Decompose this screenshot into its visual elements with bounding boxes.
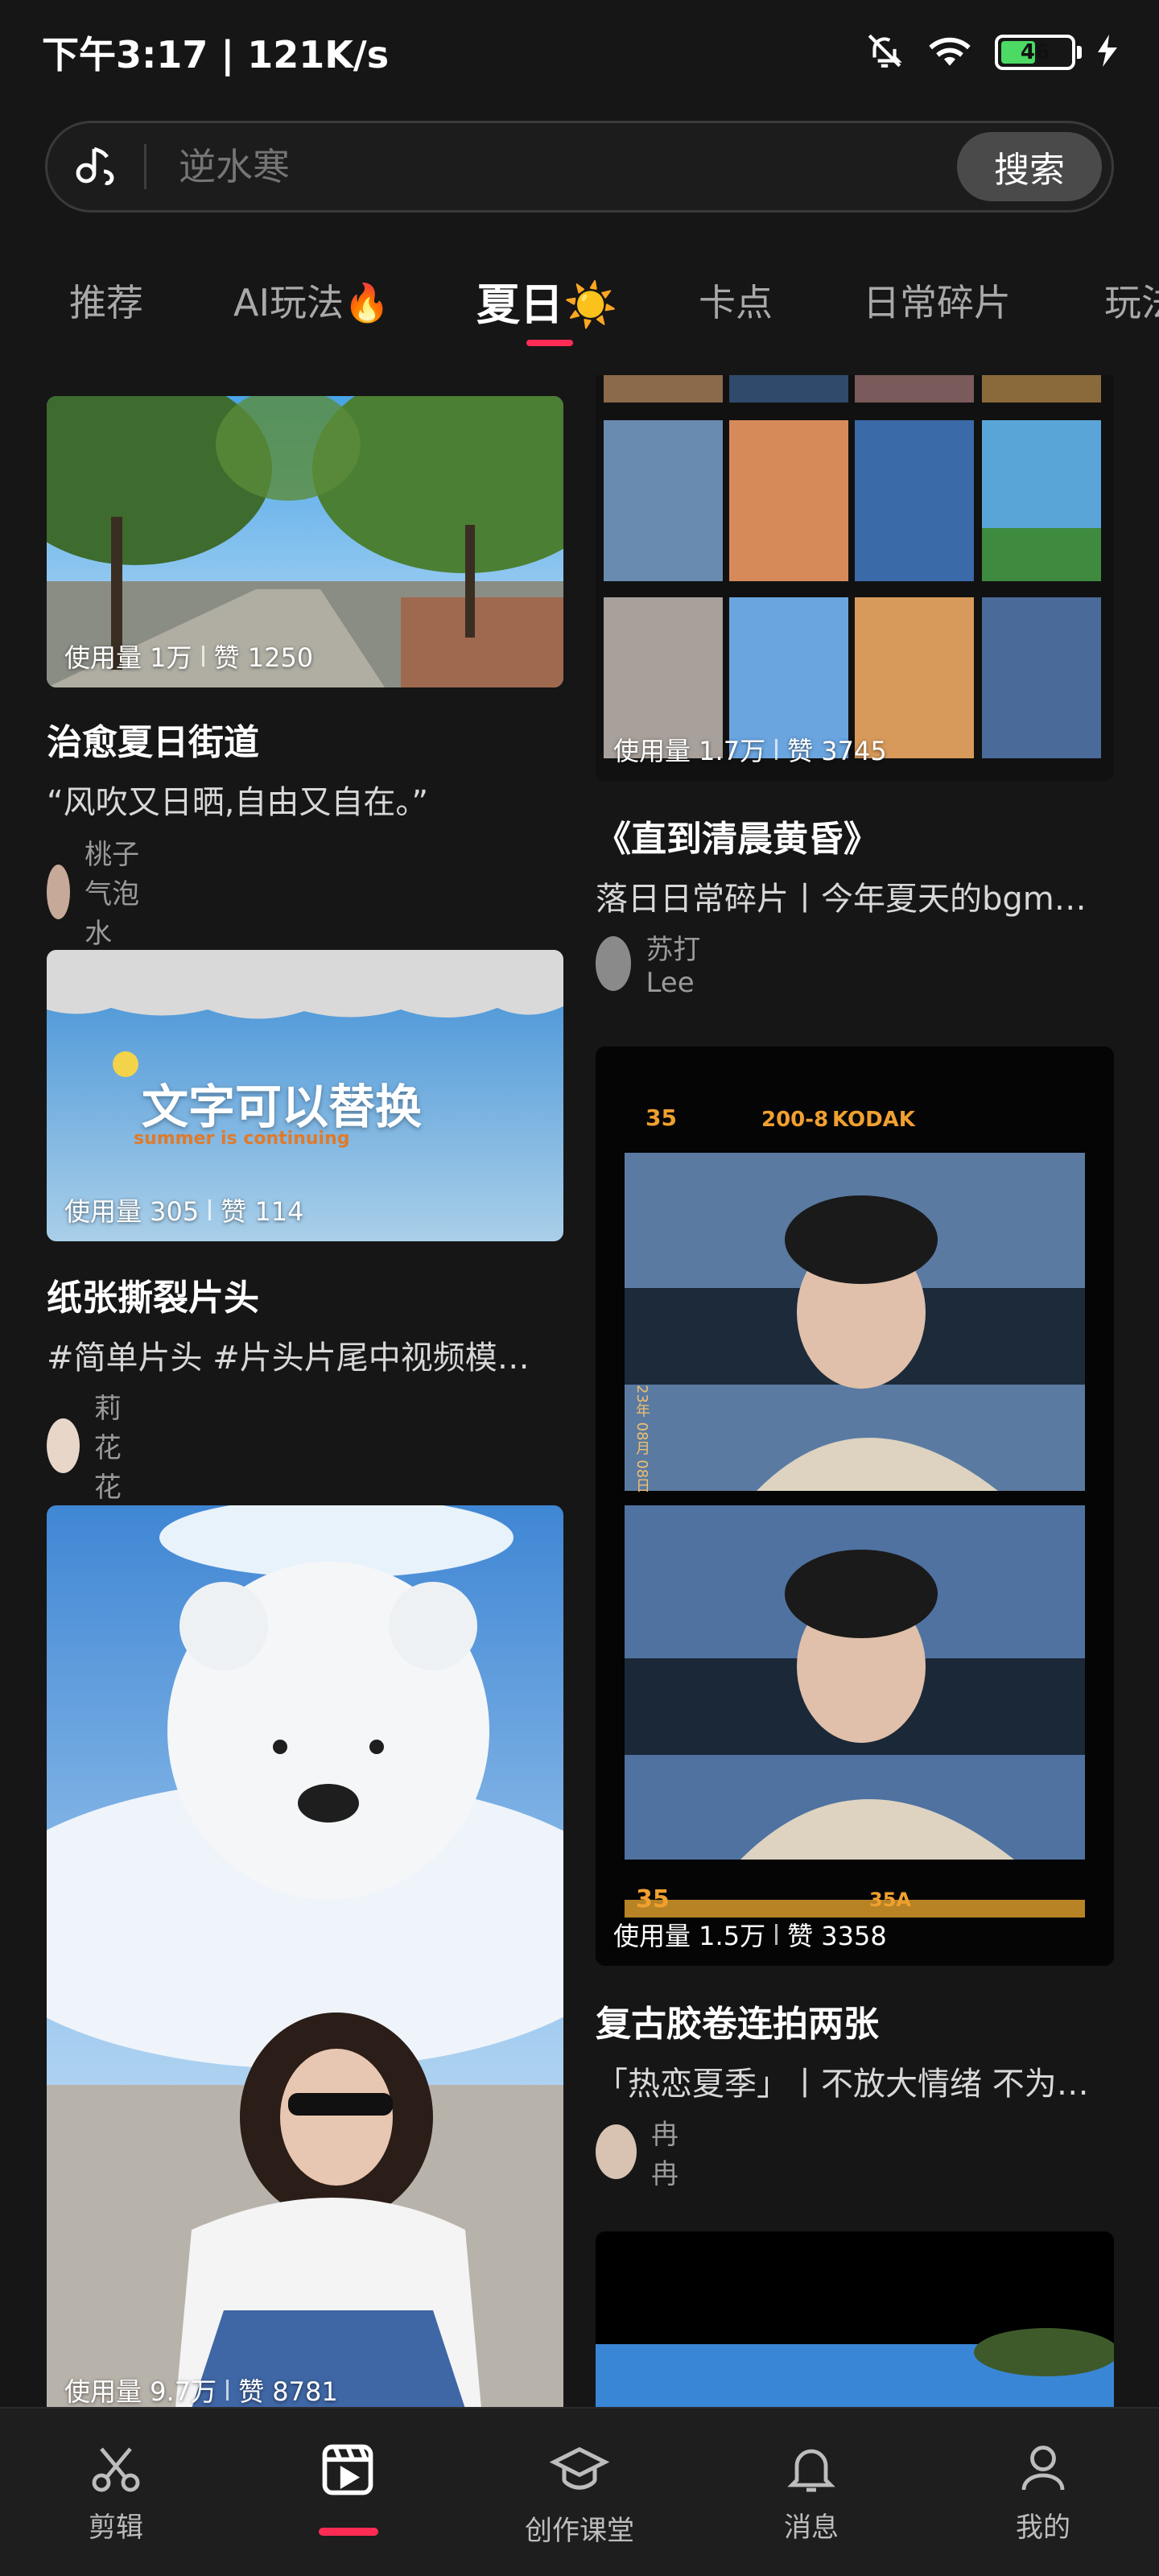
battery-level: 46: [1020, 40, 1050, 64]
template-thumbnail[interactable]: 使用量 9.7万 赞 8781: [47, 1505, 563, 2409]
bottom-nav: 剪辑 创作课堂 消息 我的: [0, 2407, 1159, 2576]
tab-active-indicator: [526, 340, 573, 346]
tab-summer[interactable]: 夏日☀️: [476, 269, 617, 332]
wifi-icon: [927, 31, 972, 74]
film-frame-code-bottom: 35A: [869, 1889, 911, 1911]
graduation-cap-icon: [549, 2446, 610, 2490]
template-thumbnail[interactable]: 使用量 1万 赞 1250: [47, 396, 563, 687]
like-count: 赞 3745: [787, 736, 887, 766]
tab-gameplay[interactable]: 玩法: [1104, 274, 1159, 327]
film-brand: KODAK: [832, 1108, 915, 1132]
template-stats: 使用量 1万 赞 1250: [64, 638, 313, 675]
thumbnail-overlay-subtext: summer is continuing: [134, 1129, 350, 1149]
author-name[interactable]: 桃子气泡水: [85, 832, 143, 951]
search-input[interactable]: [146, 123, 957, 210]
film-frame-number: 35: [645, 1104, 677, 1131]
status-icons: 46: [864, 31, 1117, 74]
battery-icon: 46: [995, 35, 1082, 70]
nav-active-indicator: [319, 2528, 378, 2536]
template-stats: 使用量 305 赞 114: [64, 1191, 304, 1228]
avatar[interactable]: [596, 2124, 637, 2179]
music-note-icon[interactable]: [47, 123, 144, 210]
author-name[interactable]: 冉冉: [651, 2112, 692, 2191]
template-title[interactable]: 纸张撕裂片头: [47, 1269, 259, 1320]
charging-icon: [1098, 35, 1117, 70]
tab-beat-sync[interactable]: 卡点: [699, 274, 773, 327]
scissors-icon: [92, 2447, 140, 2492]
nav-creator-class-label: 创作课堂: [525, 2515, 634, 2547]
like-count: 赞 3358: [787, 1921, 887, 1951]
nav-edit-label: 剪辑: [89, 2512, 143, 2544]
template-thumbnail[interactable]: 文字可以替换 summer is continuing 使用量 305 赞 11…: [47, 950, 563, 1241]
avatar[interactable]: [596, 935, 632, 991]
nav-templates[interactable]: [259, 2439, 436, 2508]
template-author[interactable]: 莉花花: [47, 1386, 143, 1505]
mute-bell-icon: [864, 31, 905, 74]
author-name[interactable]: 苏打Lee: [645, 927, 713, 999]
like-count: 赞 1250: [213, 642, 314, 673]
template-description: 「热恋夏季」丨不放大情绪 不为…: [596, 2066, 1089, 2103]
nav-edit[interactable]: 剪辑: [27, 2439, 204, 2545]
avatar[interactable]: [47, 864, 71, 919]
bell-icon: [787, 2449, 835, 2492]
thumbnail-overlay-text: 文字可以替换: [142, 1080, 423, 1134]
nav-messages-label: 消息: [784, 2512, 839, 2544]
nav-messages[interactable]: 消息: [723, 2439, 900, 2545]
template-thumbnail[interactable]: 35 200-8 KODAK 23年 08月 08日 35 35A 使用量 1.…: [596, 1046, 1114, 1966]
like-count: 赞 8781: [238, 2376, 338, 2407]
template-thumbnail[interactable]: [596, 2231, 1114, 2409]
template-description: 落日日常碎片丨今年夏天的bgm…: [596, 881, 1087, 918]
film-code: 200-8: [761, 1108, 829, 1132]
nav-profile[interactable]: 我的: [955, 2439, 1132, 2545]
status-bar: 下午3:17 | 121K/s 46: [0, 0, 1159, 105]
template-author[interactable]: 桃子气泡水: [47, 832, 143, 951]
tab-daily-fragments[interactable]: 日常碎片: [863, 274, 1011, 327]
tab-ai-play[interactable]: AI玩法🔥: [233, 274, 390, 327]
template-author[interactable]: 苏打Lee: [596, 927, 713, 999]
search-button[interactable]: 搜索: [957, 132, 1102, 201]
template-stats: 使用量 9.7万 赞 8781: [64, 2372, 338, 2409]
template-thumbnail[interactable]: 使用量 1.7万 赞 3745: [596, 375, 1114, 781]
usage-count: 使用量 1.5万: [613, 1921, 766, 1951]
author-name[interactable]: 莉花花: [94, 1386, 143, 1505]
template-author[interactable]: 冉冉: [596, 2112, 692, 2191]
template-description: “风吹又日晒,自由又自在。”: [47, 784, 429, 821]
person-icon: [1021, 2446, 1065, 2491]
status-time-speed: 下午3:17 | 121K/s: [42, 33, 390, 76]
film-frame-number-bottom: 35: [636, 1885, 670, 1913]
avatar[interactable]: [47, 1418, 80, 1473]
template-title[interactable]: 治愈夏日街道: [47, 713, 259, 765]
usage-count: 使用量 1.7万: [613, 736, 766, 766]
template-title[interactable]: 复古胶卷连拍两张: [596, 1995, 879, 2046]
category-tabs: 推荐 AI玩法🔥 夏日☀️ 卡点 日常碎片 玩法: [0, 258, 1159, 346]
nav-creator-class[interactable]: 创作课堂: [491, 2439, 668, 2548]
usage-count: 使用量 1万: [64, 642, 192, 673]
template-description: #简单片头 #片头片尾中视频模…: [47, 1340, 530, 1377]
tab-recommend[interactable]: 推荐: [69, 274, 143, 327]
usage-count: 使用量 9.7万: [64, 2376, 217, 2407]
template-stats: 使用量 1.5万 赞 3358: [613, 1916, 887, 1953]
nav-profile-label: 我的: [1016, 2512, 1070, 2544]
date-stamp: 23年 08月 08日: [633, 1385, 650, 1493]
template-title[interactable]: 《直到清晨黄昏》: [596, 810, 879, 861]
template-stats: 使用量 1.7万 赞 3745: [613, 731, 887, 768]
search-bar[interactable]: 搜索: [45, 121, 1114, 213]
template-play-icon: [322, 2444, 373, 2496]
like-count: 赞 114: [221, 1196, 304, 1227]
usage-count: 使用量 305: [64, 1196, 200, 1227]
